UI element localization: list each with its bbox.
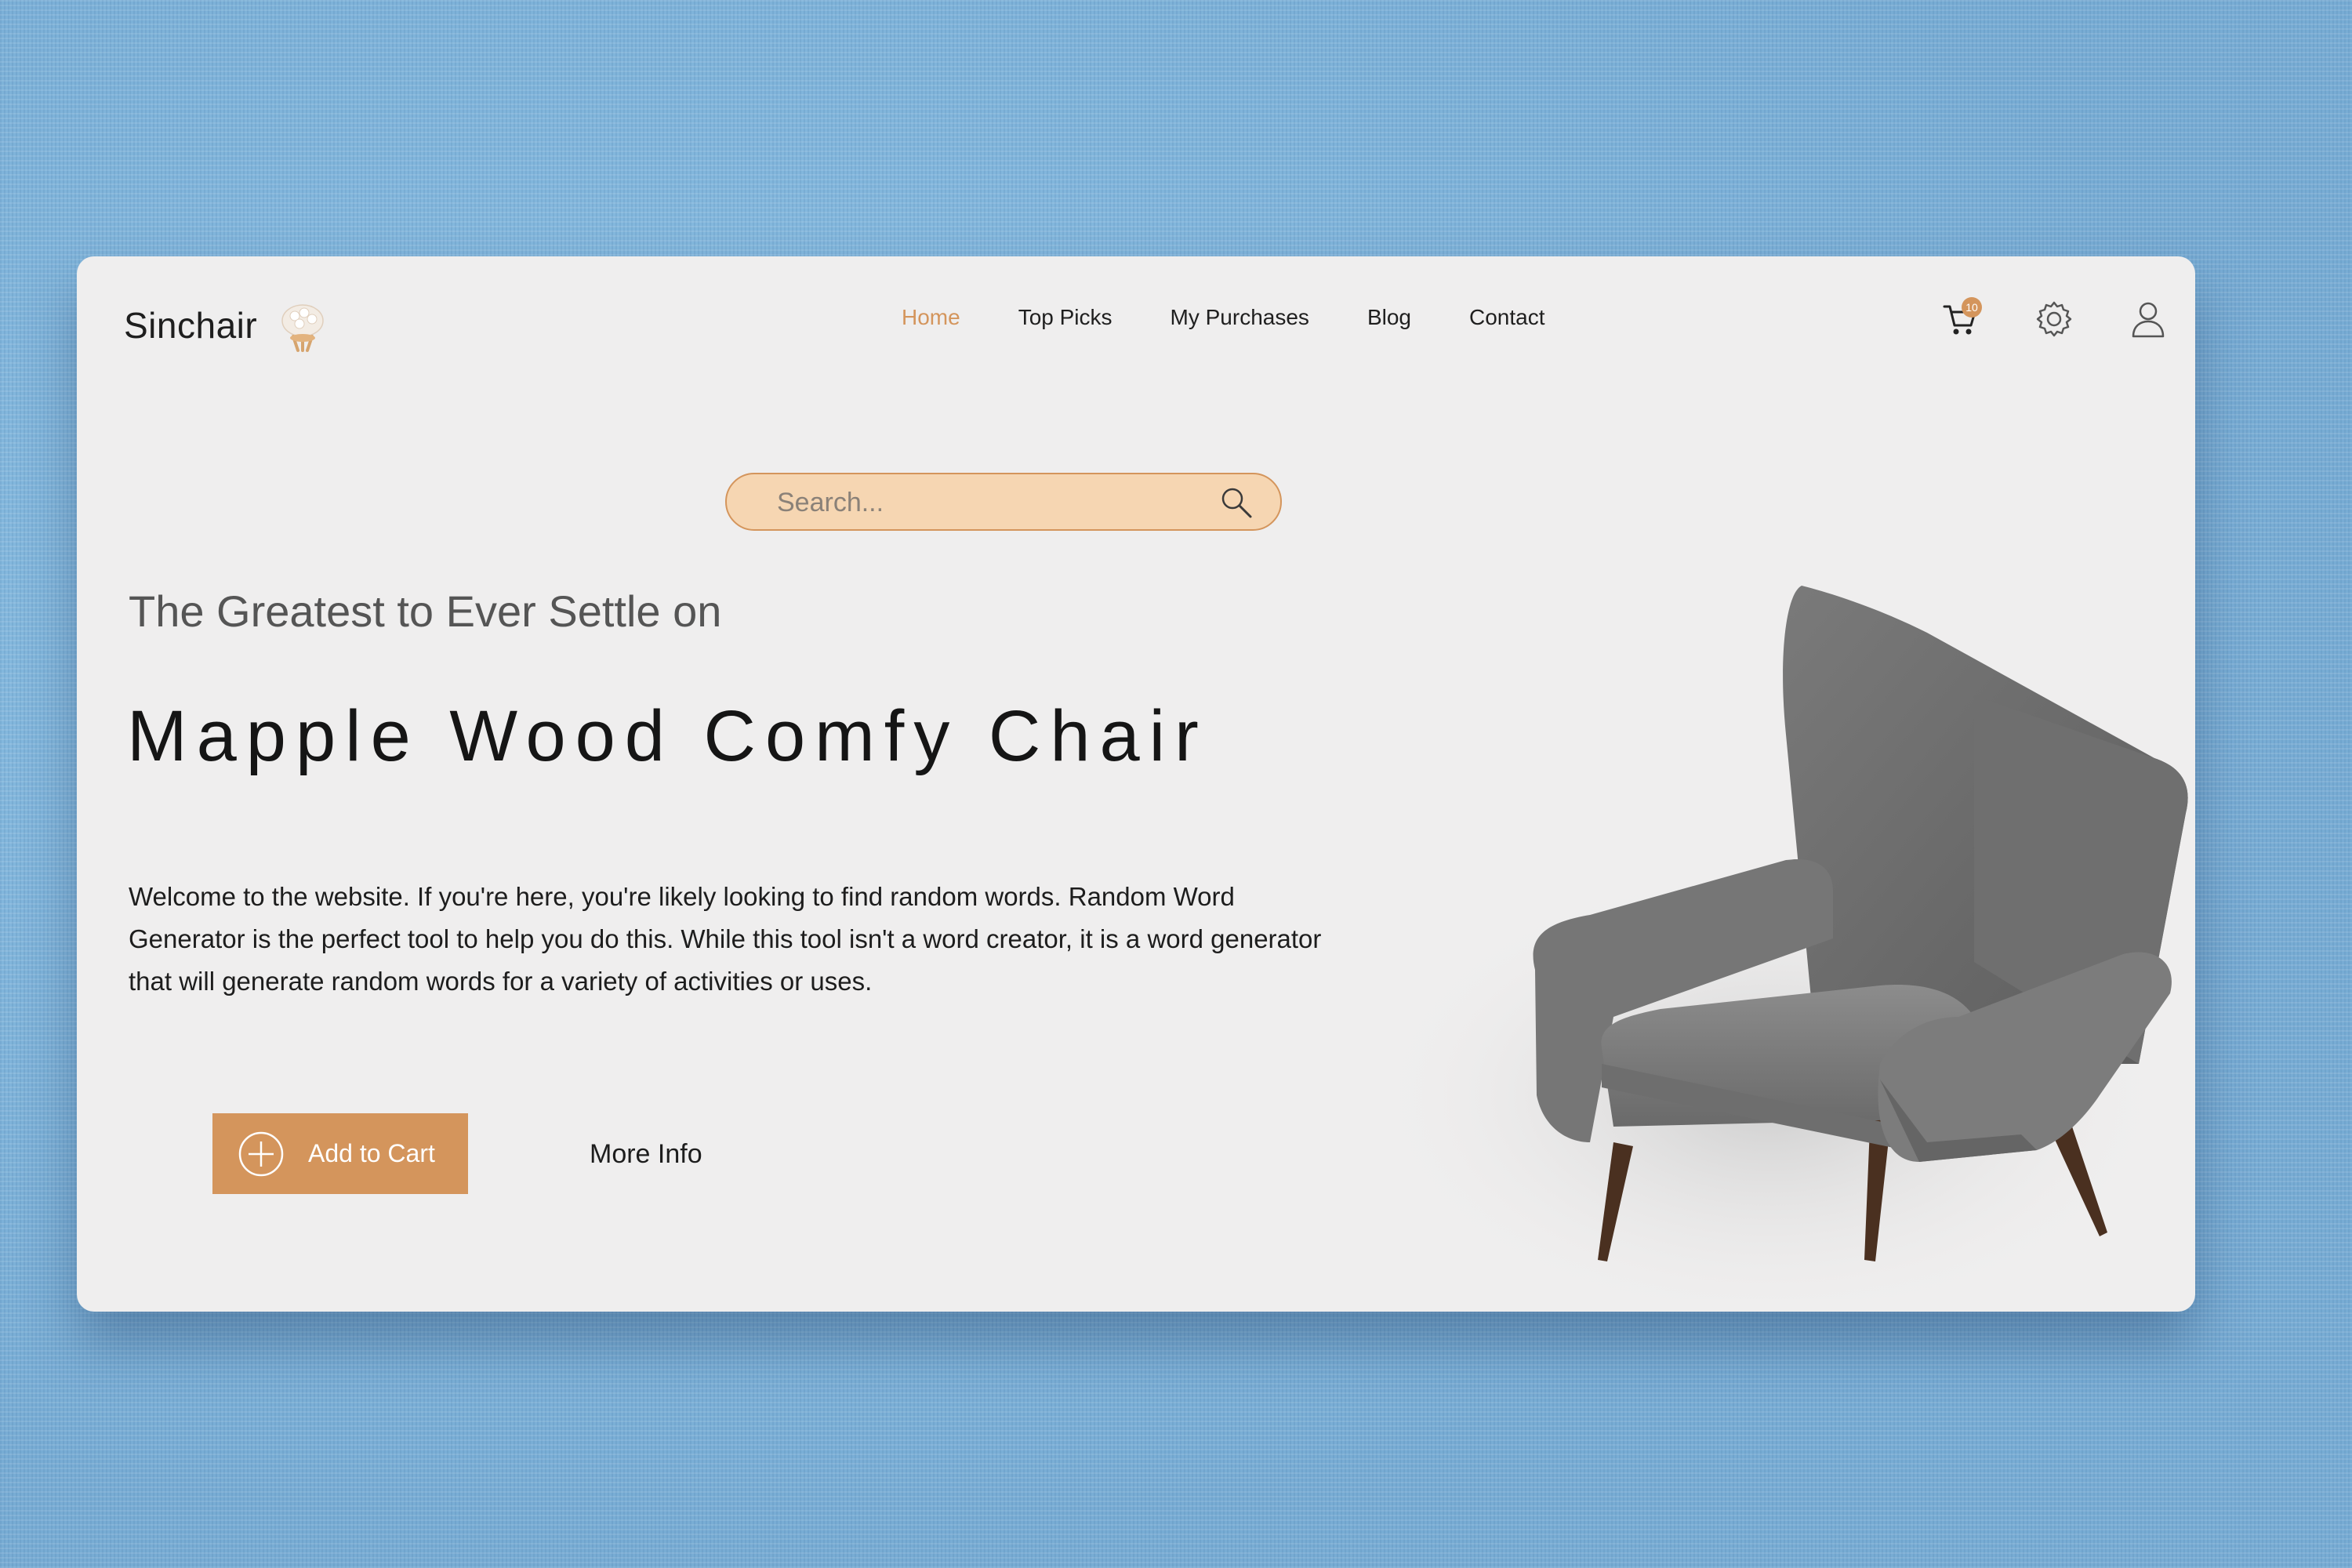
search-icon[interactable] bbox=[1219, 485, 1254, 520]
nav-my-purchases[interactable]: My Purchases bbox=[1171, 305, 1309, 330]
cart-button[interactable]: 10 bbox=[1936, 296, 1984, 343]
cart-count-badge: 10 bbox=[1962, 297, 1982, 318]
nav-blog[interactable]: Blog bbox=[1367, 305, 1411, 330]
header-icons: 10 bbox=[1889, 296, 2172, 343]
search-bar bbox=[725, 473, 1282, 531]
hero-title: Mapple Wood Comfy Chair bbox=[127, 696, 1208, 776]
hero-description: Welcome to the website. If you're here, … bbox=[129, 882, 1322, 996]
chair-logo-icon bbox=[281, 304, 324, 352]
brand-name: Sinchair bbox=[124, 305, 258, 346]
plus-circle-icon bbox=[238, 1131, 284, 1176]
main-card: Sinchair Home Top Picks My Purchases Blo… bbox=[77, 256, 2195, 1312]
nav-home[interactable]: Home bbox=[902, 305, 960, 330]
add-to-cart-button[interactable]: Add to Cart bbox=[212, 1113, 468, 1194]
main-nav: Home Top Picks My Purchases Blog Contact bbox=[902, 305, 1602, 330]
gear-icon bbox=[2036, 301, 2072, 337]
logo[interactable]: Sinchair bbox=[124, 297, 331, 354]
nav-contact[interactable]: Contact bbox=[1469, 305, 1545, 330]
more-info-link[interactable]: More Info bbox=[590, 1139, 702, 1170]
nav-top-picks[interactable]: Top Picks bbox=[1018, 305, 1112, 330]
settings-button[interactable] bbox=[2031, 296, 2078, 343]
hero-tagline: The Greatest to Ever Settle on bbox=[129, 586, 722, 636]
product-chair-image bbox=[1363, 586, 2188, 1299]
user-icon bbox=[2132, 302, 2165, 338]
account-button[interactable] bbox=[2125, 296, 2172, 343]
search-input[interactable] bbox=[775, 474, 1202, 531]
add-to-cart-label: Add to Cart bbox=[308, 1139, 435, 1167]
